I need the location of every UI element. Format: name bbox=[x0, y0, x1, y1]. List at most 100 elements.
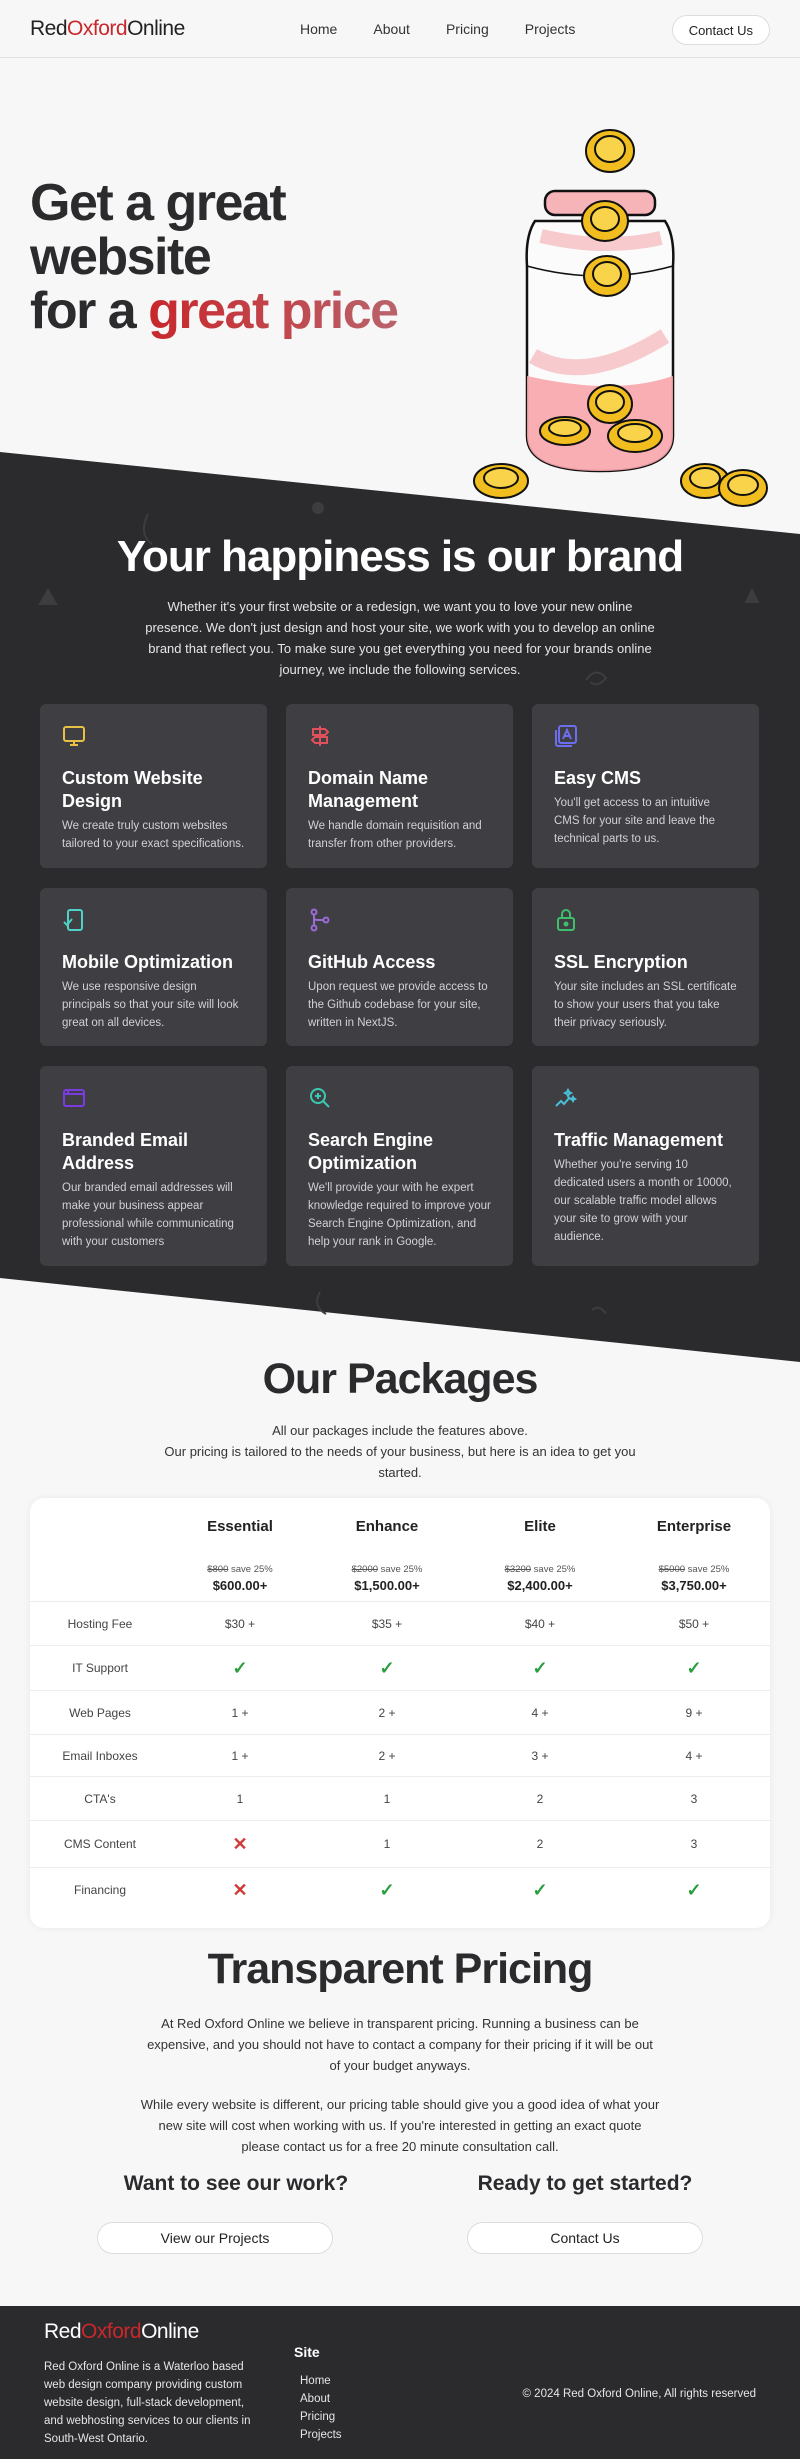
service-card-title: Mobile Optimization bbox=[62, 952, 233, 972]
table-cell: 2 + bbox=[378, 1749, 396, 1763]
check-icon: ✓ bbox=[532, 1880, 548, 1900]
logo-text-red-prefix: Red bbox=[30, 16, 68, 40]
table-cell: 2 + bbox=[378, 1706, 396, 1720]
row-label: Financing bbox=[73, 1883, 127, 1897]
hero-line-1: Get a great bbox=[30, 174, 287, 232]
service-card-title: Branded Email Address bbox=[62, 1130, 189, 1173]
table-cell: 4 + bbox=[685, 1749, 703, 1763]
service-card-title: Easy CMS bbox=[554, 768, 642, 788]
row-label: Email Inboxes bbox=[62, 1749, 138, 1763]
table-cell: 2 bbox=[536, 1792, 544, 1806]
footer-logo-red-prefix: Red bbox=[44, 2320, 82, 2343]
service-card-title: Search Engine Optimization bbox=[308, 1130, 434, 1173]
git-branch-icon bbox=[310, 908, 330, 932]
save-label: save 25% bbox=[687, 1564, 730, 1575]
row-label: Hosting Fee bbox=[67, 1617, 133, 1631]
nav-contact-button[interactable]: Contact Us bbox=[671, 15, 770, 45]
footer-link-about[interactable]: About bbox=[300, 2390, 342, 2408]
table-row: CMS Content ✕ 1 2 3 bbox=[30, 1820, 770, 1867]
table-cell: 4 + bbox=[531, 1706, 549, 1720]
table-cell: 3 + bbox=[531, 1749, 549, 1763]
mobile-check-icon bbox=[63, 909, 83, 931]
nav-link-projects[interactable]: Projects bbox=[525, 21, 576, 37]
service-card-email: Branded Email Address Our branded email … bbox=[40, 1066, 267, 1266]
service-card-custom-website: Custom Website Design We create truly cu… bbox=[40, 704, 267, 868]
service-card-text: Whether you're serving 10 dedicated user… bbox=[554, 1159, 732, 1243]
service-card-text: We use responsive design principals so t… bbox=[62, 981, 239, 1029]
footer: RedOxfordOnline Red Oxford Online is a W… bbox=[0, 2306, 800, 2459]
tier-old-price: $5000 save 25% bbox=[619, 1564, 769, 1575]
signpost-icon bbox=[310, 726, 330, 746]
cross-icon: ✕ bbox=[232, 1834, 248, 1854]
footer-link-home[interactable]: Home bbox=[300, 2372, 342, 2390]
service-card-text: We'll provide your with he expert knowle… bbox=[308, 1182, 491, 1248]
hero-accent-text: great price bbox=[148, 282, 399, 340]
table-cell: 3 bbox=[690, 1792, 698, 1806]
tier-old-price: $3200 save 25% bbox=[465, 1564, 615, 1575]
monitor-icon bbox=[63, 726, 85, 746]
service-card-text: Your site includes an SSL certificate to… bbox=[554, 981, 737, 1029]
service-card-traffic: Traffic Management Whether you're servin… bbox=[532, 1066, 759, 1266]
footer-links: Home About Pricing Projects bbox=[300, 2372, 342, 2444]
service-card-text: You'll get access to an intuitive CMS fo… bbox=[554, 797, 716, 845]
packages-description: All our packages include the features ab… bbox=[0, 1420, 800, 1483]
packages-title: Our Packages bbox=[262, 1355, 539, 1403]
service-card-title: GitHub Access bbox=[308, 952, 436, 972]
service-card-text: We handle domain requisition and transfe… bbox=[308, 820, 482, 850]
top-nav: RedOxfordOnline Home About Pricing Proje… bbox=[0, 0, 800, 58]
tier-name-essential: Essential bbox=[207, 1518, 273, 1535]
tier-old-price: $2000 save 25% bbox=[312, 1564, 462, 1575]
service-card-title: Custom Website Design bbox=[62, 768, 203, 811]
check-icon: ✓ bbox=[232, 1658, 248, 1678]
table-row: Email Inboxes 1 + 2 + 3 + 4 + bbox=[30, 1734, 770, 1776]
logo[interactable]: RedOxfordOnline bbox=[30, 17, 185, 41]
search-icon bbox=[310, 1088, 330, 1108]
table-cell: 1 + bbox=[231, 1706, 249, 1720]
row-label: Web Pages bbox=[69, 1706, 131, 1720]
service-card-title: SSL Encryption bbox=[554, 952, 688, 972]
save-label: save 25% bbox=[380, 1564, 423, 1575]
tier-name-enterprise: Enterprise bbox=[656, 1518, 732, 1535]
hero-line-2: website bbox=[30, 228, 212, 286]
hero-section: Get a great website for a great price bbox=[0, 58, 800, 507]
table-row: Financing ✕ ✓ ✓ ✓ bbox=[30, 1867, 770, 1911]
row-label: IT Support bbox=[72, 1661, 128, 1675]
old-price: $3200 bbox=[504, 1564, 532, 1575]
packages-desc-line-2: Our pricing is tailored to the needs of … bbox=[164, 1444, 636, 1480]
tier-name-elite: Elite bbox=[524, 1518, 556, 1535]
check-icon: ✓ bbox=[379, 1880, 395, 1900]
service-card-cms: Easy CMS You'll get access to an intuiti… bbox=[532, 704, 759, 868]
old-price: $2000 bbox=[351, 1564, 379, 1575]
tier-name-enhance: Enhance bbox=[355, 1518, 419, 1535]
table-cell: 9 + bbox=[685, 1706, 703, 1720]
nav-link-home[interactable]: Home bbox=[300, 21, 337, 37]
contact-us-button[interactable]: Contact Us bbox=[467, 2222, 703, 2254]
save-label: save 25% bbox=[533, 1564, 576, 1575]
footer-link-pricing[interactable]: Pricing bbox=[300, 2408, 342, 2426]
service-card-text: Upon request we provide access to the Gi… bbox=[308, 981, 488, 1029]
services-title: Your happiness is our brand bbox=[116, 532, 684, 581]
nav-link-about[interactable]: About bbox=[373, 21, 410, 37]
nav-link-pricing[interactable]: Pricing bbox=[446, 21, 489, 37]
cms-icon bbox=[555, 725, 577, 747]
table-cell: $35 + bbox=[371, 1617, 403, 1631]
table-row: CTA's 1 1 2 3 bbox=[30, 1776, 770, 1820]
table-cell: $50 + bbox=[678, 1617, 710, 1631]
check-icon: ✓ bbox=[686, 1880, 702, 1900]
old-price: $800 bbox=[207, 1564, 229, 1575]
check-icon: ✓ bbox=[379, 1658, 395, 1678]
footer-logo[interactable]: RedOxfordOnline bbox=[44, 2320, 199, 2344]
tier-price: $3,750.00+ bbox=[661, 1578, 727, 1593]
tier-price: $1,500.00+ bbox=[354, 1578, 420, 1593]
service-card-domain: Domain Name Management We handle domain … bbox=[286, 704, 513, 868]
pricing-table: Essential Enhance Elite Enterprise $800 … bbox=[30, 1498, 770, 1928]
view-projects-button[interactable]: View our Projects bbox=[97, 2222, 333, 2254]
hero-line-3-prefix: for a bbox=[30, 282, 149, 340]
save-label: save 25% bbox=[231, 1564, 273, 1575]
table-cell: 3 bbox=[690, 1837, 698, 1851]
table-cell: $30 + bbox=[224, 1617, 256, 1631]
lock-icon bbox=[557, 909, 575, 931]
footer-link-projects[interactable]: Projects bbox=[300, 2426, 342, 2444]
service-card-title: Traffic Management bbox=[554, 1130, 724, 1150]
old-price: $5000 bbox=[658, 1564, 686, 1575]
